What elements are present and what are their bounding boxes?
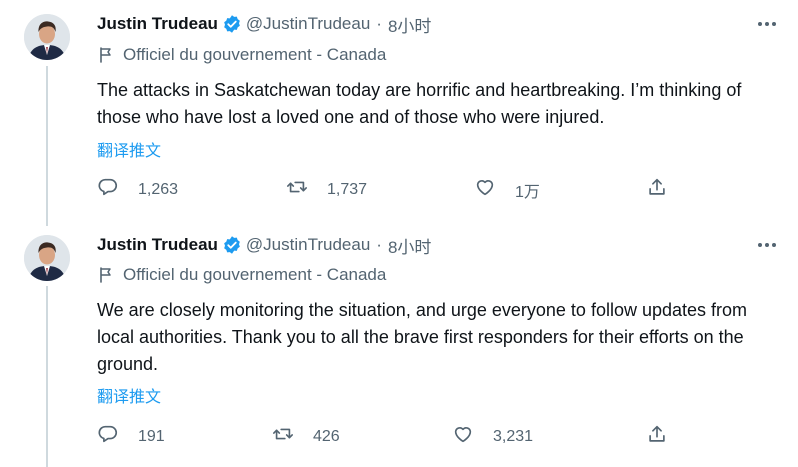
like-button[interactable]: 3,231 <box>452 423 533 450</box>
reply-icon <box>97 176 119 203</box>
verified-badge-icon <box>222 235 242 255</box>
thread-connector <box>46 286 48 467</box>
tweet-actions: 191 426 3,231 <box>97 423 780 447</box>
reply-icon <box>97 423 119 450</box>
separator-dot: · <box>376 235 382 254</box>
like-button[interactable]: 1万 <box>474 176 540 203</box>
author-name[interactable]: Justin Trudeau <box>97 235 218 255</box>
author-handle[interactable]: @JustinTrudeau <box>246 235 370 255</box>
thread-connector <box>46 66 48 226</box>
translate-link[interactable]: 翻译推文 <box>97 137 161 161</box>
avatar[interactable] <box>24 235 70 281</box>
flag-icon <box>97 46 115 64</box>
retweet-count: 1,737 <box>327 180 368 198</box>
tweet[interactable]: Justin Trudeau @JustinTrudeau · 8小时 Offi… <box>0 0 798 226</box>
share-button[interactable] <box>646 176 668 203</box>
reply-count: 1,263 <box>138 180 179 198</box>
like-icon <box>452 423 474 450</box>
share-button[interactable] <box>646 423 668 450</box>
tweet-timestamp[interactable]: 8小时 <box>388 12 431 37</box>
retweet-icon <box>286 176 308 203</box>
reply-button[interactable]: 1,263 <box>97 176 178 203</box>
avatar[interactable] <box>24 14 70 60</box>
government-label-text: Officiel du gouvernement - Canada <box>123 45 387 64</box>
author-handle[interactable]: @JustinTrudeau <box>246 14 370 34</box>
reply-button[interactable]: 191 <box>97 423 165 450</box>
tweet-header: Justin Trudeau @JustinTrudeau · 8小时 <box>97 12 431 36</box>
more-icon[interactable] <box>756 14 778 34</box>
reply-count: 191 <box>138 427 165 445</box>
verified-badge-icon <box>222 14 242 34</box>
share-icon <box>646 423 668 450</box>
government-label-text: Officiel du gouvernement - Canada <box>123 265 387 284</box>
tweet-text: The attacks in Saskatchewan today are ho… <box>97 80 742 127</box>
tweet-header: Justin Trudeau @JustinTrudeau · 8小时 <box>97 233 431 257</box>
like-icon <box>474 176 496 203</box>
translate-link[interactable]: 翻译推文 <box>97 383 161 407</box>
government-label[interactable]: Officiel du gouvernement - Canada <box>97 45 386 65</box>
tweet-timestamp[interactable]: 8小时 <box>388 233 431 258</box>
like-count: 1万 <box>515 183 540 201</box>
more-icon[interactable] <box>756 235 778 255</box>
like-count: 3,231 <box>493 427 534 445</box>
flag-icon <box>97 266 115 284</box>
tweet-actions: 1,263 1,737 1万 <box>97 176 780 203</box>
share-icon <box>646 176 668 203</box>
separator-dot: · <box>376 14 382 33</box>
retweet-icon <box>272 423 294 450</box>
tweet-text: We are closely monitoring the situation,… <box>97 300 748 374</box>
government-label[interactable]: Officiel du gouvernement - Canada <box>97 265 386 285</box>
retweet-button[interactable]: 1,737 <box>286 176 367 203</box>
author-name[interactable]: Justin Trudeau <box>97 14 218 34</box>
tweet-thread: Justin Trudeau @JustinTrudeau · 8小时 Offi… <box>0 0 798 467</box>
retweet-count: 426 <box>313 427 340 445</box>
retweet-button[interactable]: 426 <box>272 423 340 450</box>
tweet[interactable]: Justin Trudeau @JustinTrudeau · 8小时 Offi… <box>0 226 798 467</box>
